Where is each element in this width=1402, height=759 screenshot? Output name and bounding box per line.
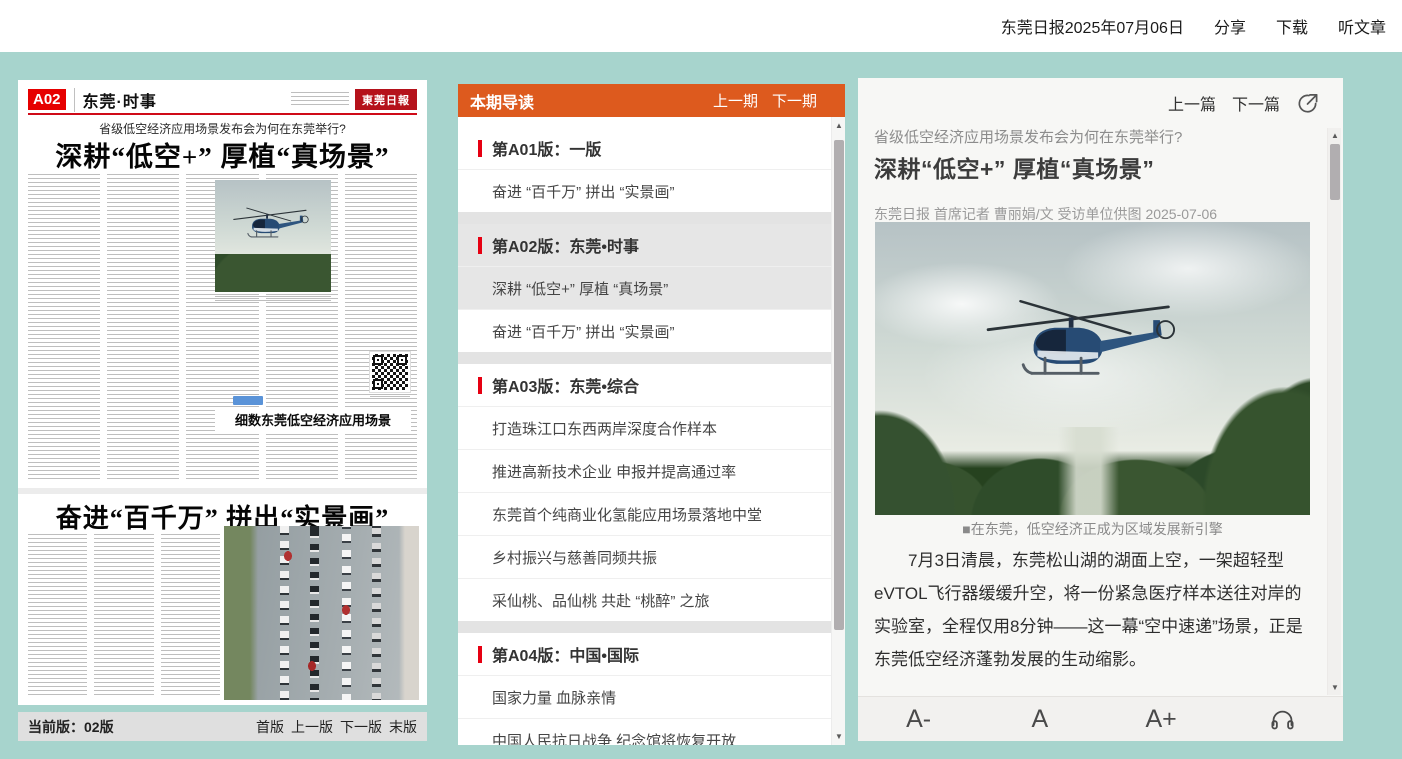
open-share-icon[interactable] (1296, 92, 1319, 115)
toc-article-link[interactable]: 奋进 “百千万” 拼出 “实景画” (458, 309, 831, 352)
article2-text-columns (28, 534, 220, 698)
related-reading-tag (233, 396, 263, 405)
header-rule (28, 113, 417, 115)
toc-group: 第A02版：东莞•时事深耕 “低空+” 厚植 “真场景”奋进 “百千万” 拼出 … (458, 224, 831, 352)
page-nav-link[interactable]: 下一版 (340, 717, 382, 737)
font-normal-button[interactable]: A (979, 697, 1100, 741)
page: { "topbar": { "title": "东莞日报2025年07月06日"… (0, 0, 1402, 759)
toc-scrollbar[interactable]: ▲ ▼ (831, 117, 845, 745)
article-photo (875, 222, 1310, 515)
page-nav-link[interactable]: 上一版 (291, 717, 333, 737)
page-nav-link[interactable]: 首版 (256, 717, 284, 737)
qr-code-caption (370, 396, 410, 400)
article1-subheadline: 细数东莞低空经济应用场景 (215, 408, 411, 431)
page-nav-link[interactable]: 末版 (389, 717, 417, 737)
edition-title: 东莞日报2025年07月06日 (1001, 14, 1184, 38)
toc-header: 本期导读 上一期 下一期 (458, 84, 845, 117)
page-nav-links: 首版上一版下一版末版 (256, 717, 417, 737)
page-navigation-bar: 当前版：02版 首版上一版下一版末版 (18, 712, 427, 741)
masthead-info-lines (291, 92, 349, 107)
section-marker (478, 237, 482, 254)
toc-article-link[interactable]: 国家力量 血脉亲情 (458, 675, 831, 718)
toc-article-link[interactable]: 乡村振兴与慈善同频共振 (458, 535, 831, 578)
toc-article-link[interactable]: 东莞首个纯商业化氢能应用场景落地中堂 (458, 492, 831, 535)
toc-article-link[interactable]: 采仙桃、品仙桃 共赴 “桃醉” 之旅 (458, 578, 831, 621)
article1-photo-caption (215, 296, 331, 301)
toc-group: 第A04版：中国•国际国家力量 血脉亲情中国人民抗日战争 纪念馆将恢复开放 (458, 633, 831, 745)
toc-section-row[interactable]: 第A01版：一版 (458, 127, 831, 169)
headphones-icon[interactable] (1269, 706, 1296, 733)
section-marker (478, 140, 482, 157)
toc-section-label: 第A03版：东莞•综合 (492, 373, 639, 397)
listen-article-button[interactable]: 听文章 (1338, 14, 1386, 38)
toc-group-divider (458, 212, 831, 224)
reader-toolbar: A- A A+ (858, 696, 1343, 741)
toc-group-divider (458, 352, 831, 364)
next-article-button[interactable]: 下一篇 (1232, 91, 1280, 115)
reader-scrollbar-thumb[interactable] (1330, 144, 1340, 200)
toc-article-link[interactable]: 深耕 “低空+” 厚植 “真场景” (458, 266, 831, 309)
newspaper-page-preview[interactable]: A02 东莞·时事 東莞日報 省级低空经济应用场景发布会为何在东莞举行? 深耕“… (18, 80, 427, 705)
article1-helicopter-photo (215, 180, 331, 292)
toc-title: 本期导读 (470, 89, 713, 113)
scroll-up-icon[interactable]: ▲ (1328, 131, 1342, 140)
toc-section-row[interactable]: 第A03版：东莞•综合 (458, 364, 831, 406)
top-bar: 东莞日报2025年07月06日 分享 下载 听文章 (0, 0, 1402, 52)
toc-list: 第A01版：一版奋进 “百千万” 拼出 “实景画”第A02版：东莞•时事深耕 “… (458, 117, 831, 745)
newspaper-page-header: A02 东莞·时事 東莞日報 (28, 88, 417, 111)
toc-group-divider (458, 621, 831, 633)
previous-issue-button[interactable]: 上一期 (713, 90, 758, 111)
toc-section-label: 第A04版：中国•国际 (492, 642, 639, 666)
toc-article-link[interactable]: 打造珠江口东西两岸深度合作样本 (458, 406, 831, 449)
toc-scrollbar-thumb[interactable] (834, 140, 844, 630)
article2-traffic-photo (224, 526, 419, 700)
helicopter-image (971, 286, 1180, 400)
scroll-up-icon[interactable]: ▲ (832, 121, 845, 130)
toc-group: 第A03版：东莞•综合打造珠江口东西两岸深度合作样本推进高新技术企业 申报并提高… (458, 364, 831, 621)
reader-article-nav: 上一篇 下一篇 (1168, 91, 1319, 115)
toc-section-label: 第A02版：东莞•时事 (492, 233, 639, 257)
previous-article-button[interactable]: 上一篇 (1168, 91, 1216, 115)
toc-group: 第A01版：一版奋进 “百千万” 拼出 “实景画” (458, 127, 831, 212)
toc-section-row[interactable]: 第A04版：中国•国际 (458, 633, 831, 675)
section-marker (478, 646, 482, 663)
page-section-name: 东莞·时事 (74, 88, 157, 112)
article-title: 深耕“低空+” 厚植“真场景” (874, 150, 1154, 184)
photo-caption: ■在东莞，低空经济正成为区域发展新引擎 (875, 519, 1310, 539)
toc-section-row[interactable]: 第A02版：东莞•时事 (458, 224, 831, 266)
article-byline: 东莞日报 首席记者 曹丽娟/文 受访单位供图 2025-07-06 (874, 204, 1217, 224)
scroll-down-icon[interactable]: ▼ (1328, 683, 1342, 692)
font-larger-button[interactable]: A+ (1101, 697, 1222, 741)
article-kicker: 省级低空经济应用场景发布会为何在东莞举行? (874, 126, 1182, 147)
toc-section-label: 第A01版：一版 (492, 136, 601, 160)
qr-code (370, 352, 410, 392)
article1-headline: 深耕“低空+” 厚植“真场景” (18, 135, 427, 174)
current-page-label: 当前版：02版 (28, 717, 114, 737)
reader-scrollbar[interactable]: ▲ ▼ (1327, 128, 1341, 695)
toc-article-link[interactable]: 中国人民抗日战争 纪念馆将恢复开放 (458, 718, 831, 745)
page-number-badge: A02 (28, 89, 66, 110)
issue-toc-panel: 本期导读 上一期 下一期 第A01版：一版奋进 “百千万” 拼出 “实景画”第A… (458, 84, 845, 745)
download-button[interactable]: 下载 (1276, 14, 1308, 38)
article-reader-panel: 上一篇 下一篇 省级低空经济应用场景发布会为何在东莞举行? 深耕“低空+” 厚植… (858, 78, 1343, 741)
next-issue-button[interactable]: 下一期 (772, 90, 817, 111)
article-paragraph: 7月3日清晨，东莞松山湖的湖面上空，一架超轻型eVTOL飞行器缓缓升空，将一份紧… (874, 544, 1314, 676)
toc-article-link[interactable]: 奋进 “百千万” 拼出 “实景画” (458, 169, 831, 212)
section-marker (478, 377, 482, 394)
newspaper-masthead-logo: 東莞日報 (355, 89, 417, 110)
scroll-down-icon[interactable]: ▼ (832, 732, 845, 741)
listen-tool (1222, 697, 1343, 741)
font-smaller-button[interactable]: A- (858, 697, 979, 741)
toc-article-link[interactable]: 推进高新技术企业 申报并提高通过率 (458, 449, 831, 492)
article-divider (18, 488, 427, 494)
share-button[interactable]: 分享 (1214, 14, 1246, 38)
